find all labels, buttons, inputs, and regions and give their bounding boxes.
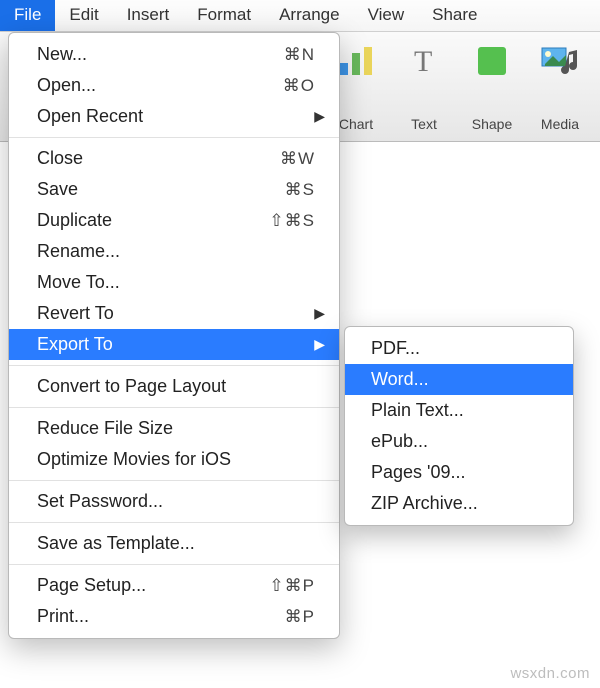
menu-item-duplicate[interactable]: Duplicate⇧⌘S	[9, 205, 339, 236]
submenu-item-pdf[interactable]: PDF...	[345, 333, 573, 364]
chevron-right-icon: ▶	[314, 305, 325, 322]
menu-insert[interactable]: Insert	[113, 0, 184, 31]
menu-item-label: Close	[37, 148, 280, 169]
submenu-item-plaintext[interactable]: Plain Text...	[345, 395, 573, 426]
menu-item-label: Open Recent	[37, 106, 315, 127]
toolbar-text[interactable]: T Text	[394, 40, 454, 141]
menu-item-label: New...	[37, 44, 284, 65]
menu-view[interactable]: View	[354, 0, 419, 31]
menu-file[interactable]: File	[0, 0, 55, 31]
menu-item-move-to[interactable]: Move To...	[9, 267, 339, 298]
menu-item-label: Convert to Page Layout	[37, 376, 315, 397]
menu-item-label: Set Password...	[37, 491, 315, 512]
menu-separator	[9, 407, 339, 408]
shortcut: ⌘O	[283, 76, 315, 96]
menu-item-save-template[interactable]: Save as Template...	[9, 528, 339, 559]
menu-item-label: Revert To	[37, 303, 315, 324]
menu-item-label: Move To...	[37, 272, 315, 293]
submenu-item-label: ZIP Archive...	[371, 493, 553, 514]
shortcut: ⌘W	[280, 149, 315, 169]
menu-separator	[9, 522, 339, 523]
menu-format[interactable]: Format	[183, 0, 265, 31]
submenu-item-zip[interactable]: ZIP Archive...	[345, 488, 573, 519]
menu-edit[interactable]: Edit	[55, 0, 112, 31]
menu-item-label: Reduce File Size	[37, 418, 315, 439]
menu-item-open[interactable]: Open...⌘O	[9, 70, 339, 101]
menu-item-reduce-size[interactable]: Reduce File Size	[9, 413, 339, 444]
toolbar-label: Media	[541, 116, 579, 132]
submenu-item-label: Word...	[371, 369, 553, 390]
toolbar-label: Text	[411, 116, 437, 132]
submenu-item-label: Pages '09...	[371, 462, 553, 483]
menu-share[interactable]: Share	[418, 0, 491, 31]
menu-item-rename[interactable]: Rename...	[9, 236, 339, 267]
menu-item-save[interactable]: Save⌘S	[9, 174, 339, 205]
menu-item-label: Export To	[37, 334, 315, 355]
menu-separator	[9, 564, 339, 565]
menu-item-revert-to[interactable]: Revert To▶	[9, 298, 339, 329]
svg-text:T: T	[414, 45, 432, 77]
submenu-item-label: Plain Text...	[371, 400, 553, 421]
shape-icon	[471, 40, 513, 82]
menu-arrange[interactable]: Arrange	[265, 0, 353, 31]
menu-item-page-setup[interactable]: Page Setup...⇧⌘P	[9, 570, 339, 601]
menu-item-export-to[interactable]: Export To▶	[9, 329, 339, 360]
menu-item-close[interactable]: Close⌘W	[9, 143, 339, 174]
media-icon	[539, 40, 581, 82]
menu-item-label: Open...	[37, 75, 283, 96]
menu-item-label: Print...	[37, 606, 285, 627]
menu-separator	[9, 480, 339, 481]
menu-item-new[interactable]: New...⌘N	[9, 39, 339, 70]
menu-item-print[interactable]: Print...⌘P	[9, 601, 339, 632]
shortcut: ⌘P	[285, 607, 315, 627]
export-submenu: PDF... Word... Plain Text... ePub... Pag…	[344, 326, 574, 526]
menu-item-convert-layout[interactable]: Convert to Page Layout	[9, 371, 339, 402]
menu-separator	[9, 365, 339, 366]
toolbar-label: Chart	[339, 116, 373, 132]
menu-separator	[9, 137, 339, 138]
toolbar-media[interactable]: Media	[530, 40, 590, 141]
submenu-item-label: ePub...	[371, 431, 553, 452]
menu-item-label: Save as Template...	[37, 533, 315, 554]
chevron-right-icon: ▶	[314, 336, 325, 353]
chart-icon	[335, 40, 377, 82]
shortcut: ⌘N	[284, 45, 315, 65]
toolbar-shape[interactable]: Shape	[462, 40, 522, 141]
watermark: wsxdn.com	[510, 665, 590, 682]
shortcut: ⇧⌘S	[269, 211, 315, 231]
menu-item-label: Duplicate	[37, 210, 269, 231]
menubar: File Edit Insert Format Arrange View Sha…	[0, 0, 600, 32]
toolbar-label: Shape	[472, 116, 512, 132]
menu-item-label: Optimize Movies for iOS	[37, 449, 315, 470]
menu-item-open-recent[interactable]: Open Recent▶	[9, 101, 339, 132]
menu-item-label: Page Setup...	[37, 575, 269, 596]
menu-item-optimize-movies[interactable]: Optimize Movies for iOS	[9, 444, 339, 475]
file-menu: New...⌘N Open...⌘O Open Recent▶ Close⌘W …	[8, 32, 340, 639]
chevron-right-icon: ▶	[314, 108, 325, 125]
menu-item-label: Rename...	[37, 241, 315, 262]
shortcut: ⇧⌘P	[269, 576, 315, 596]
submenu-item-word[interactable]: Word...	[345, 364, 573, 395]
text-icon: T	[403, 40, 445, 82]
shortcut: ⌘S	[285, 180, 315, 200]
submenu-item-label: PDF...	[371, 338, 553, 359]
menu-item-set-password[interactable]: Set Password...	[9, 486, 339, 517]
submenu-item-pages09[interactable]: Pages '09...	[345, 457, 573, 488]
menu-item-label: Save	[37, 179, 285, 200]
submenu-item-epub[interactable]: ePub...	[345, 426, 573, 457]
